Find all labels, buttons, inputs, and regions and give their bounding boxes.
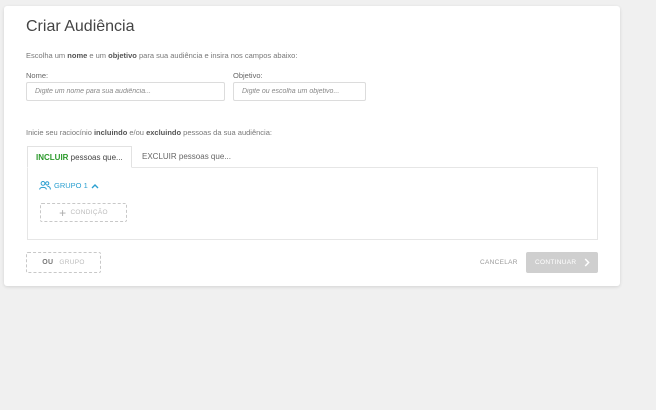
group-label: GRUPO 1 [54, 181, 88, 190]
or-group-button[interactable]: OU GRUPO [26, 252, 101, 273]
plus-icon: + [59, 205, 67, 220]
tab-exclude[interactable]: EXCLUIR pessoas que... [134, 146, 239, 168]
intro-text-2: Inicie seu raciocínio incluindo e/ou exc… [26, 128, 272, 137]
chevron-up-icon [91, 183, 99, 188]
conditions-panel: GRUPO 1 + CONDIÇÃO [27, 167, 598, 240]
add-condition-button[interactable]: + CONDIÇÃO [40, 203, 127, 222]
cancel-button[interactable]: CANCELAR [480, 259, 518, 266]
group-toggle[interactable]: GRUPO 1 [39, 181, 102, 190]
intro-text: Escolha um nome e um objetivo para sua a… [26, 51, 298, 60]
objective-input[interactable] [233, 82, 366, 101]
create-audience-card: Criar Audiência Escolha um nome e um obj… [4, 6, 620, 286]
tab-include[interactable]: INCLUIR pessoas que... [27, 146, 132, 168]
page-title: Criar Audiência [26, 18, 135, 35]
continue-button[interactable]: CONTINUAR [526, 252, 598, 273]
chevron-right-icon [584, 258, 590, 267]
users-icon [39, 181, 51, 190]
name-label: Nome: [26, 71, 49, 80]
name-input[interactable] [26, 82, 225, 101]
objective-label: Objetivo: [233, 71, 263, 80]
